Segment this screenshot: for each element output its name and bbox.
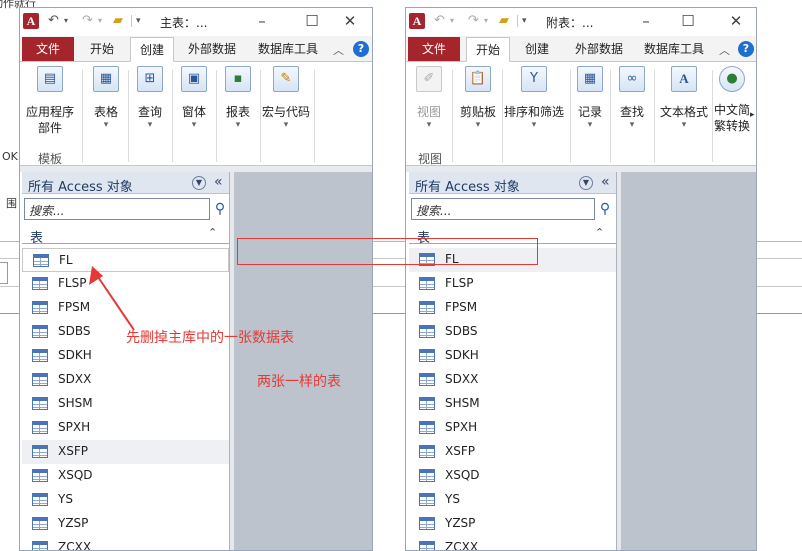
- annotation-same-tables-note: 两张一样的表: [257, 374, 341, 390]
- annotation-arrow: [89, 266, 135, 331]
- annotation-delete-note: 先删掉主库中的一张数据表: [126, 330, 294, 346]
